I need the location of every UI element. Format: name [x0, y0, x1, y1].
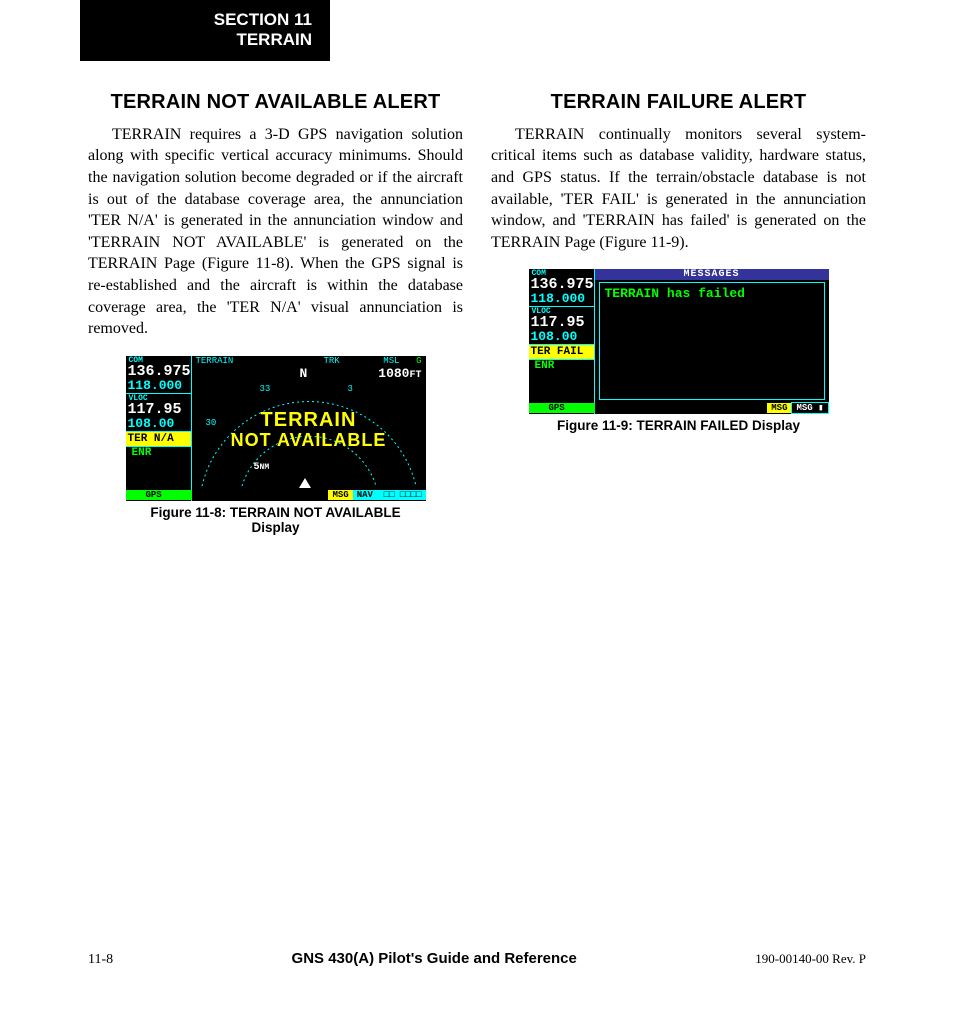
status-bar-2: GPS MSG MSG ▮ — [529, 402, 829, 414]
range-scale: 5NM — [254, 462, 270, 473]
content-columns: TERRAIN NOT AVAILABLE ALERT TERRAIN requ… — [0, 61, 954, 541]
com-standby: 118.000 — [126, 379, 191, 394]
compass-tick-3: 3 — [348, 384, 353, 394]
vloc-active-2: 117.95 — [529, 316, 594, 330]
freq-panel: COM 136.975 118.000 VLOC 117.95 108.00 T… — [126, 356, 192, 501]
nav-page-indicator: NAV □□ □□□□ — [353, 490, 426, 500]
enr-indicator-2: ENR — [529, 359, 594, 372]
column-left: TERRAIN NOT AVAILABLE ALERT TERRAIN requ… — [88, 91, 463, 541]
heading-not-available: TERRAIN NOT AVAILABLE ALERT — [88, 91, 463, 114]
terrain-failed-message: TERRAIN has failed — [605, 286, 819, 301]
terrain-failed-screen: COM 136.975 118.000 VLOC 117.95 108.00 T… — [529, 269, 829, 414]
vloc-active: 117.95 — [126, 403, 191, 417]
ter-fail-annunciator: TER FAIL — [529, 345, 594, 359]
figure-11-8-wrap: COM 136.975 118.000 VLOC 117.95 108.00 T… — [126, 356, 426, 535]
document-title: GNS 430(A) Pilot's Guide and Reference — [292, 950, 577, 967]
para-failure: TERRAIN continually monitors several sys… — [491, 124, 866, 254]
com-active: 136.975 — [126, 365, 191, 379]
msg-indicator: MSG — [328, 490, 352, 500]
para-not-available: TERRAIN requires a 3-D GPS navigation so… — [88, 124, 463, 340]
terrain-display-area: TERRAIN TRK MSL G 1080FT N 33 30 3 5NM — [192, 356, 426, 489]
terrain-na-screen: COM 136.975 118.000 VLOC 117.95 108.00 T… — [126, 356, 426, 501]
section-title: TERRAIN — [80, 30, 312, 50]
page-footer: 11-8 GNS 430(A) Pilot's Guide and Refere… — [88, 950, 866, 968]
com-standby-2: 118.000 — [529, 292, 594, 307]
page-number: 11-8 — [88, 952, 113, 968]
gps-indicator: GPS — [126, 490, 192, 500]
ter-na-annunciator: TER N/A — [126, 432, 191, 446]
messages-body: TERRAIN has failed — [599, 282, 825, 400]
terrain-na-overlay: TERRAIN NOT AVAILABLE — [192, 410, 426, 450]
figure-11-8-caption: Figure 11-8: TERRAIN NOT AVAILABLE Displ… — [126, 505, 426, 535]
freq-panel-2: COM 136.975 118.000 VLOC 117.95 108.00 T… — [529, 269, 595, 414]
enr-indicator: ENR — [126, 446, 191, 459]
vloc-standby: 108.00 — [126, 417, 191, 432]
revision-number: 190-00140-00 Rev. P — [755, 951, 866, 967]
figure-11-9-wrap: COM 136.975 118.000 VLOC 117.95 108.00 T… — [529, 269, 829, 433]
compass-tick-33: 33 — [260, 384, 271, 394]
column-right: TERRAIN FAILURE ALERT TERRAIN continuall… — [491, 91, 866, 541]
figure-11-9-caption: Figure 11-9: TERRAIN FAILED Display — [529, 418, 829, 433]
msg-page-indicator: MSG ▮ — [791, 402, 828, 414]
msg-indicator-2: MSG — [767, 403, 791, 413]
section-tab: SECTION 11 TERRAIN — [80, 0, 330, 61]
vloc-standby-2: 108.00 — [529, 330, 594, 345]
section-number: SECTION 11 — [80, 10, 312, 30]
heading-failure: TERRAIN FAILURE ALERT — [491, 91, 866, 114]
com-active-2: 136.975 — [529, 278, 594, 292]
gps-indicator-2: GPS — [529, 403, 595, 413]
status-bar: GPS MSG NAV □□ □□□□ — [126, 489, 426, 501]
messages-header: MESSAGES — [595, 269, 829, 280]
